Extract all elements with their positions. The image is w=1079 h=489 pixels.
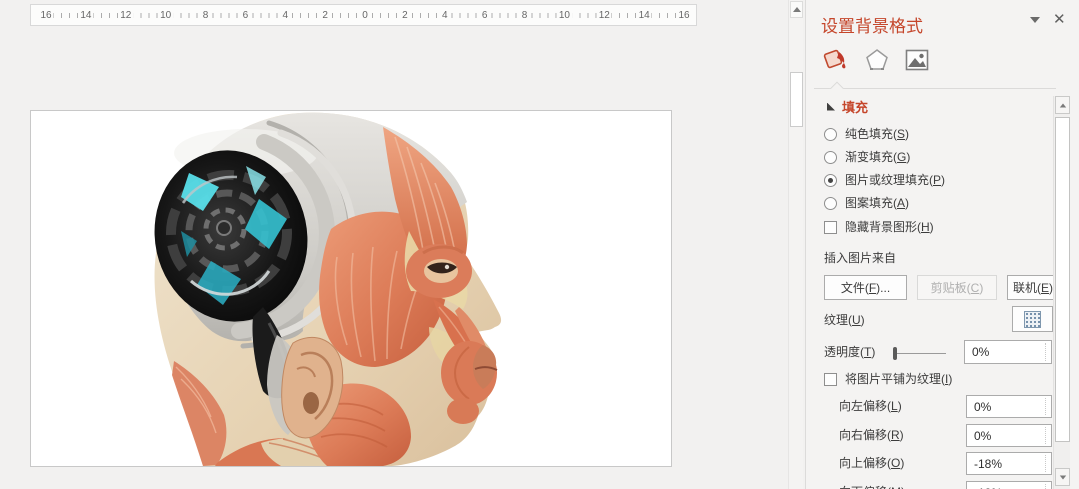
editor-scroll-up-button[interactable] (790, 1, 803, 18)
ruler-number: 2 (400, 9, 410, 22)
tabs-separator (814, 88, 1056, 89)
ruler-number: 2 (320, 9, 330, 22)
radio-button[interactable] (824, 151, 837, 164)
slide-canvas[interactable] (30, 110, 672, 467)
ruler-number: 12 (118, 9, 133, 22)
radio-button[interactable] (824, 128, 837, 141)
hide-background-label: 隐藏背景图形(H) (845, 220, 934, 234)
fill-section-label: 填充 (842, 97, 868, 116)
powerpoint-window: 16 14 12 10 8 6 4 2 0 2 4 6 8 10 12 14 16 (0, 0, 1079, 489)
texture-thumbnail-icon (1024, 311, 1041, 328)
offset-label: 向左偏移(L) (839, 399, 902, 413)
ruler-number: 0 (360, 9, 370, 22)
pane-tabs (806, 46, 1079, 78)
insert-picture-button[interactable]: 文件(F)... (824, 275, 907, 300)
fill-section-header[interactable]: 填充 (827, 97, 868, 116)
editor-vertical-scrollbar[interactable] (788, 0, 803, 489)
ruler-number: 14 (637, 9, 652, 22)
ruler-number: 6 (241, 9, 251, 22)
effects-pentagon-icon (863, 46, 891, 74)
ruler-number: 10 (557, 9, 572, 22)
transparency-value-input[interactable]: 0% (964, 340, 1052, 364)
scroll-up-arrow-icon (1059, 103, 1065, 107)
tile-texture-label: 将图片平铺为纹理(I) (845, 372, 952, 386)
transparency-slider-track[interactable] (896, 353, 946, 354)
ruler-number: 4 (440, 9, 450, 22)
tile-texture-checkbox[interactable] (824, 373, 837, 386)
hide-background-checkbox[interactable] (824, 221, 837, 234)
texture-label: 纹理(U) (824, 313, 865, 327)
fill-bucket-icon (822, 46, 850, 74)
transparency-slider-thumb[interactable] (893, 347, 897, 360)
ruler-number: 16 (38, 9, 53, 22)
ruler-number: 12 (597, 9, 612, 22)
fill-option-row[interactable]: 纯色填充(S) (824, 126, 909, 142)
active-tab-notch (828, 80, 844, 89)
ruler-number: 16 (676, 9, 691, 22)
tab-effects[interactable] (863, 46, 891, 74)
pane-title: 设置背景格式 (821, 12, 923, 37)
scroll-up-arrow-icon (793, 7, 801, 12)
radio-button[interactable] (824, 174, 837, 187)
offset-value-input[interactable]: 0% (966, 424, 1052, 447)
ruler-number: 8 (201, 9, 211, 22)
fill-option-row[interactable]: 图案填充(A) (824, 195, 909, 211)
pane-scroll-up-button[interactable] (1055, 96, 1070, 114)
radio-label: 纯色填充(S) (845, 127, 909, 141)
texture-dropdown-button[interactable] (1012, 306, 1053, 332)
tab-fill[interactable] (822, 46, 850, 74)
radio-label: 图案填充(A) (845, 196, 909, 210)
radio-label: 渐变填充(G) (845, 150, 910, 164)
insert-from-label: 插入图片来自 (824, 251, 896, 265)
ruler-number: 4 (280, 9, 290, 22)
transparency-label: 透明度(T) (824, 345, 875, 359)
radio-label: 图片或纹理填充(P) (845, 173, 945, 187)
pane-scrollbar-thumb[interactable] (1055, 117, 1070, 442)
pane-scrollbar[interactable] (1053, 96, 1070, 489)
fill-option-row[interactable]: 图片或纹理填充(P) (824, 172, 945, 188)
slide-background-image (31, 111, 671, 466)
pane-close-icon[interactable]: ✕ (1053, 10, 1066, 28)
insert-picture-button[interactable]: 剪贴板(C) (917, 275, 997, 300)
offset-label: 向下偏移(M) (839, 485, 905, 489)
format-background-pane: 设置背景格式 ✕ (805, 0, 1079, 489)
pane-scroll-down-button[interactable] (1055, 468, 1070, 486)
ruler-number: 8 (520, 9, 530, 22)
hide-background-row[interactable]: 隐藏背景图形(H) (824, 219, 934, 235)
tab-picture[interactable] (903, 46, 931, 74)
pane-menu-dropdown-icon[interactable] (1030, 17, 1040, 23)
scroll-down-arrow-icon (1059, 475, 1065, 479)
offset-value-input[interactable]: -18% (966, 481, 1052, 489)
editor-scrollbar-thumb[interactable] (790, 72, 803, 127)
offset-value-input[interactable]: -18% (966, 452, 1052, 475)
picture-icon (903, 46, 931, 74)
ruler-number: 6 (480, 9, 490, 22)
collapse-triangle-icon (827, 103, 835, 111)
horizontal-ruler: 16 14 12 10 8 6 4 2 0 2 4 6 8 10 12 14 16 (30, 4, 697, 26)
offset-label: 向右偏移(R) (839, 428, 904, 442)
offset-label: 向上偏移(O) (839, 456, 904, 470)
tile-texture-row[interactable]: 将图片平铺为纹理(I) (824, 371, 952, 387)
offset-value-input[interactable]: 0% (966, 395, 1052, 418)
ruler-number: 10 (158, 9, 173, 22)
radio-button[interactable] (824, 197, 837, 210)
ruler-number: 14 (78, 9, 93, 22)
fill-option-row[interactable]: 渐变填充(G) (824, 149, 910, 165)
